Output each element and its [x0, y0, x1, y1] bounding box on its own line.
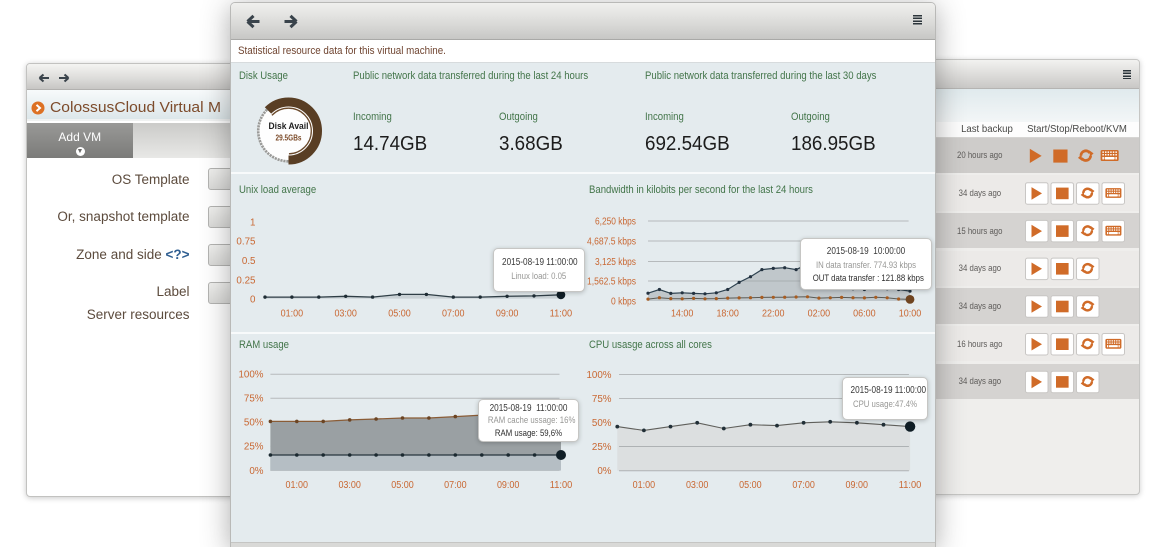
svg-text:09:00: 09:00 [846, 480, 869, 491]
svg-text:29.5GBs: 29.5GBs [276, 134, 302, 143]
svg-text:14:00: 14:00 [671, 309, 694, 320]
svg-text:4,687.5 kbps: 4,687.5 kbps [587, 236, 636, 247]
svg-text:Disk Avail: Disk Avail [269, 121, 309, 132]
svg-text:1,562.5 kbps: 1,562.5 kbps [587, 276, 636, 287]
svg-text:05:00: 05:00 [388, 309, 411, 320]
svg-text:22:00: 22:00 [762, 309, 785, 320]
svg-text:01:00: 01:00 [286, 480, 309, 491]
svg-text:07:00: 07:00 [444, 480, 467, 491]
svg-text:11:00: 11:00 [550, 309, 573, 320]
svg-text:3,125 kbps: 3,125 kbps [595, 257, 636, 268]
svg-text:11:00: 11:00 [550, 480, 573, 491]
svg-text:1: 1 [250, 217, 255, 228]
svg-text:0.5: 0.5 [242, 256, 256, 267]
svg-text:03:00: 03:00 [338, 480, 361, 491]
svg-text:05:00: 05:00 [739, 480, 762, 491]
svg-text:09:00: 09:00 [496, 309, 519, 320]
svg-text:0: 0 [250, 295, 256, 306]
svg-text:6,250 kbps: 6,250 kbps [595, 216, 636, 227]
svg-text:50%: 50% [244, 418, 264, 429]
svg-text:25%: 25% [592, 442, 612, 453]
svg-text:03:00: 03:00 [334, 309, 357, 320]
svg-text:75%: 75% [592, 394, 612, 405]
svg-text:0%: 0% [249, 466, 263, 477]
svg-text:10:00: 10:00 [899, 309, 922, 320]
svg-text:09:00: 09:00 [497, 480, 520, 491]
svg-text:100%: 100% [238, 370, 263, 381]
svg-text:01:00: 01:00 [281, 309, 304, 320]
svg-text:0.25: 0.25 [236, 275, 256, 286]
svg-text:03:00: 03:00 [686, 480, 709, 491]
svg-text:100%: 100% [586, 370, 611, 381]
svg-text:18:00: 18:00 [716, 309, 739, 320]
svg-text:11:00: 11:00 [899, 480, 922, 491]
svg-text:0 kbps: 0 kbps [611, 296, 636, 307]
svg-text:0%: 0% [597, 466, 611, 477]
svg-text:06:00: 06:00 [853, 309, 876, 320]
svg-text:02:00: 02:00 [808, 309, 831, 320]
svg-text:01:00: 01:00 [633, 480, 656, 491]
svg-text:25%: 25% [244, 442, 264, 453]
svg-text:0.75: 0.75 [236, 237, 256, 248]
svg-text:05:00: 05:00 [391, 480, 414, 491]
svg-text:07:00: 07:00 [442, 309, 465, 320]
svg-text:50%: 50% [592, 418, 612, 429]
svg-text:75%: 75% [244, 394, 264, 405]
svg-text:07:00: 07:00 [792, 480, 815, 491]
